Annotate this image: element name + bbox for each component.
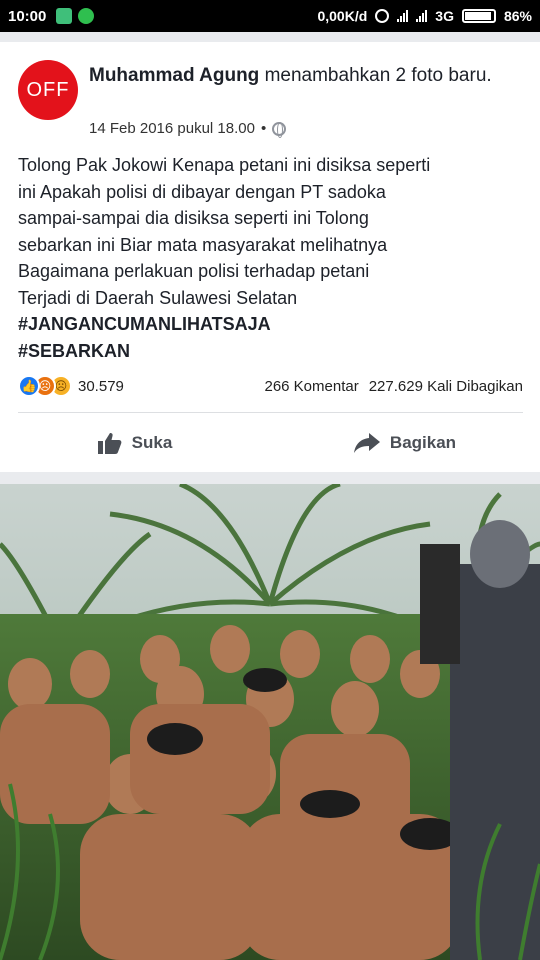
post-actions: Suka Bagikan [0,422,540,464]
comment-count[interactable]: 266 Komentar [264,378,358,395]
post-action-text: menambahkan 2 foto baru. [264,65,492,86]
post-text-line: sampai-sampai dia disiksa seperti ini To… [18,208,369,228]
meta-separator: • [260,120,267,137]
battery-percent: 86% [503,8,532,24]
hashtag-link[interactable]: #JANGANCUMANLIHATSAJA [18,311,523,338]
share-arrow-icon [353,433,380,453]
divider [18,412,523,413]
globe-icon [272,121,287,138]
signal-icon-2 [416,10,428,22]
hashtag-link[interactable]: #SEBARKAN [18,338,523,365]
notification-app-icon [56,8,73,24]
like-icon[interactable]: 👍 [18,375,40,397]
post-header: Muhammad Agung menambahkan 2 foto baru. [89,62,509,89]
alarm-icon [375,9,390,23]
post-card: OFF Muhammad Agung menambahkan 2 foto ba… [0,42,540,472]
avatar[interactable]: OFF [18,60,78,120]
post-text: Tolong Pak Jokowi Kenapa petani ini disi… [18,152,523,364]
network-speed: 0,00K/d [317,8,368,24]
post-photo-image [0,484,540,960]
reaction-count[interactable]: 30.579 [78,378,124,395]
status-bar: 10:00 0,00K/d 3G 86% [0,0,540,32]
signal-icon [397,10,409,22]
status-time: 10:00 [8,7,47,25]
post-text-line: sebarkan ini Biar mata masyarakat meliha… [18,234,388,255]
post-timestamp[interactable]: 14 Feb 2016 pukul 18.00 [89,120,255,137]
thumbs-up-icon [97,433,122,454]
post-text-line: Bagaimana perlakuan polisi terhadap peta… [18,261,370,281]
post-text-line: Terjadi di Daerah Sulawesi Selatan [18,287,298,308]
avatar-text: OFF [26,78,70,101]
post-photo[interactable] [0,484,540,960]
network-type: 3G [435,8,454,24]
post-text-line: ini Apakah polisi di dibayar dengan PT s… [18,181,386,202]
post-text-line: Tolong Pak Jokowi Kenapa petani ini disi… [18,155,431,175]
post-meta: 14 Feb 2016 pukul 18.00 • [89,120,287,138]
share-count[interactable]: 227.629 Kali Dibagikan [369,378,523,395]
post-stats: 👍 ☹ ☹ 30.579 266 Komentar 227.629 Kali D… [18,374,523,398]
like-button-label: Suka [131,433,173,452]
share-button[interactable]: Bagikan [270,422,540,464]
whatsapp-icon [78,8,95,24]
battery-icon [461,9,496,23]
author-name[interactable]: Muhammad Agung [89,65,259,86]
like-button[interactable]: Suka [0,422,270,464]
share-button-label: Bagikan [389,433,457,452]
